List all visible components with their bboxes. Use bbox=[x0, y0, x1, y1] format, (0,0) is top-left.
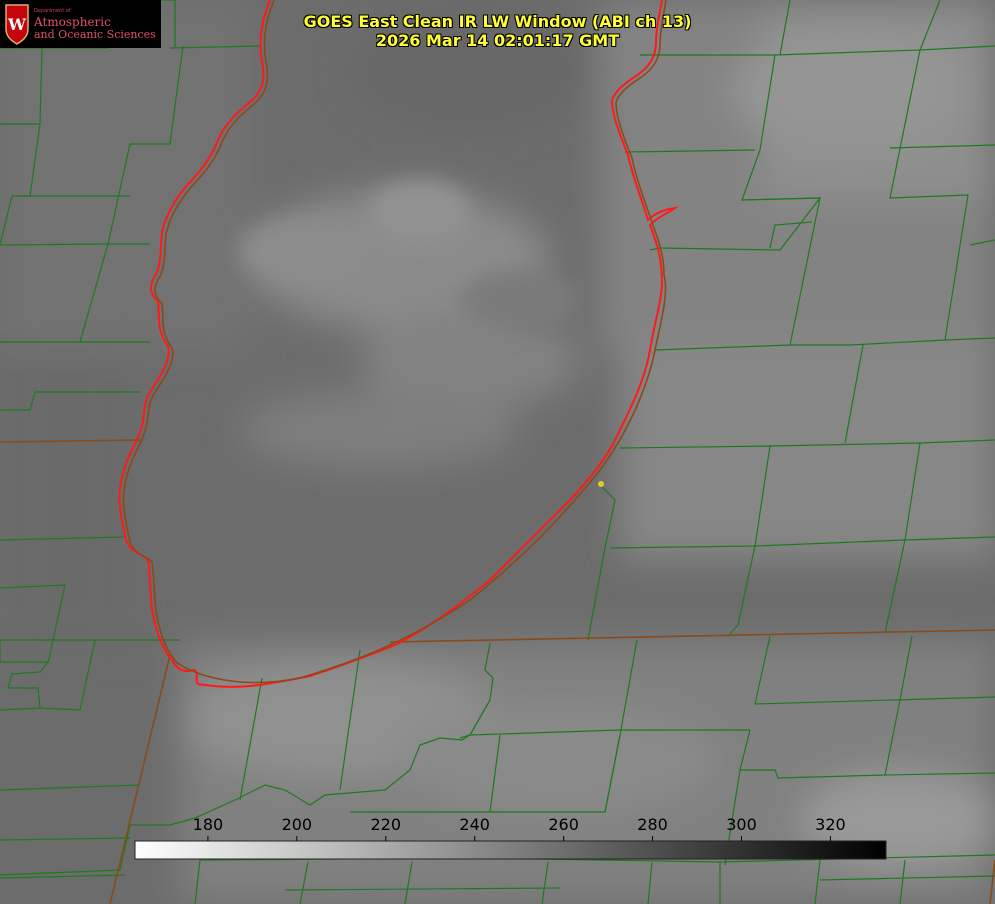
logo-line1: Atmospheric bbox=[34, 15, 111, 29]
satellite-image bbox=[0, 0, 995, 904]
uw-aos-logo[interactable]: W Department of Atmospheric and Oceanic … bbox=[0, 0, 161, 48]
colorbar-tick-label: 320 bbox=[815, 815, 846, 834]
satellite-viewer: GOES East Clean IR LW Window (ABI ch 13)… bbox=[0, 0, 995, 904]
colorbar-tick-label: 200 bbox=[281, 815, 313, 834]
colorbar-gradient bbox=[134, 840, 887, 860]
colorbar-tick-label: 240 bbox=[459, 815, 490, 834]
svg-text:W: W bbox=[7, 15, 27, 34]
colorbar-tick-label: 280 bbox=[637, 815, 668, 834]
colorbar-tick-label: 220 bbox=[370, 815, 402, 834]
colorbar-tick-label: 300 bbox=[726, 815, 757, 834]
uw-crest-icon: W bbox=[5, 4, 29, 45]
logo-department: Department of bbox=[34, 8, 71, 14]
station-marker bbox=[598, 481, 604, 487]
colorbar-tick-label: 180 bbox=[192, 815, 224, 834]
colorbar-tick-label: 260 bbox=[548, 815, 579, 834]
logo-line2: and Oceanic Sciences bbox=[34, 28, 156, 41]
